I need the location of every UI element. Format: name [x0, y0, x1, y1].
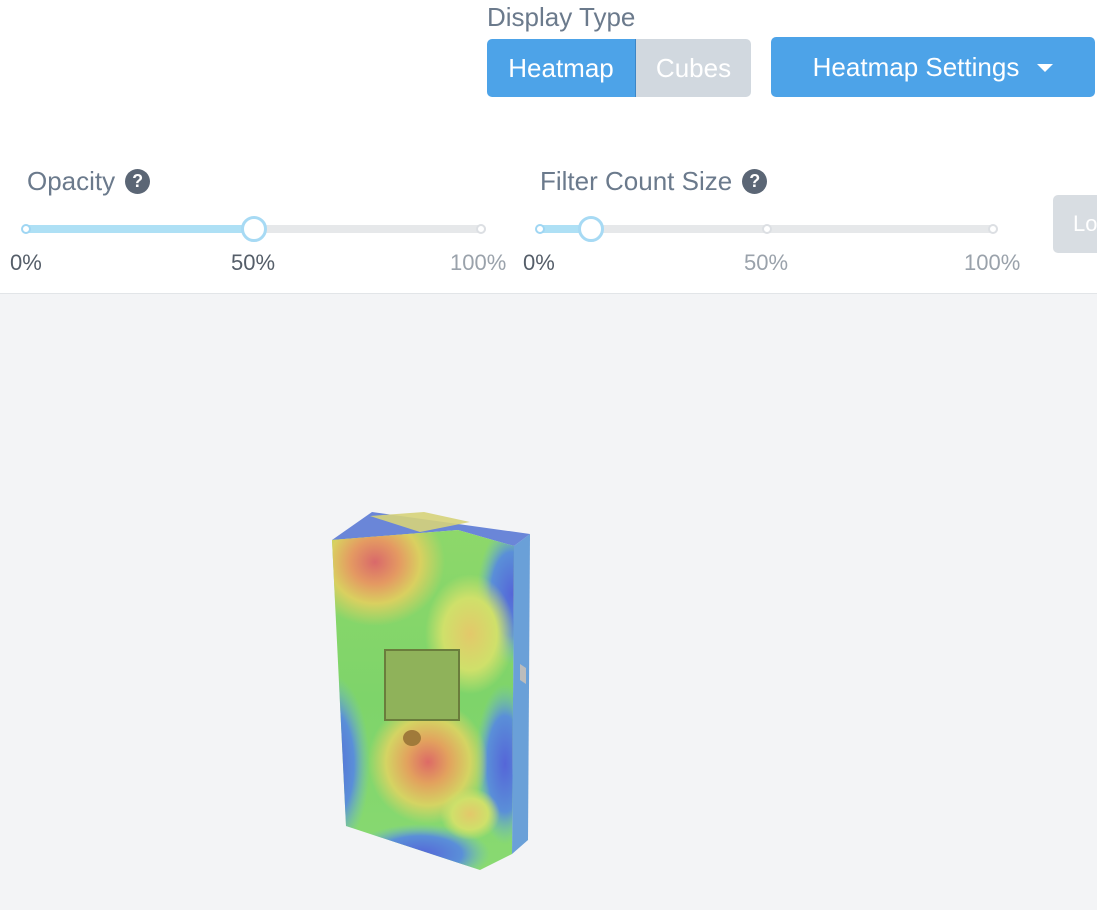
question-circle-icon[interactable]: ? — [742, 169, 768, 194]
caret-down-icon — [1037, 64, 1054, 72]
filter-count-size-handle[interactable] — [578, 216, 605, 242]
opacity-mark-min: 0% — [10, 250, 42, 275]
filter-count-size-title: Filter Count Size ? — [540, 166, 768, 197]
opacity-handle[interactable] — [241, 216, 267, 242]
heatmap-settings-button[interactable]: Heatmap Settings — [771, 37, 1095, 97]
filter-mark-mid: 50% — [744, 250, 789, 275]
opacity-label: Opacity — [27, 166, 116, 196]
opacity-step-dot — [476, 224, 486, 234]
cubes-option-button[interactable]: Cubes — [636, 39, 751, 97]
heatmap-settings-label: Heatmap Settings — [812, 51, 1020, 82]
opacity-track-fill — [22, 225, 254, 233]
heatmap-viewer: Display Type Heatmap Cubes Heatmap Setti… — [0, 0, 1097, 910]
opacity-title: Opacity ? — [27, 166, 151, 197]
filter-count-size-label: Filter Count Size — [540, 166, 733, 196]
heatmap-option-button[interactable]: Heatmap — [487, 39, 636, 97]
3d-viewport[interactable] — [0, 294, 1097, 910]
opacity-step-dot — [21, 224, 31, 234]
display-type-toggle: Heatmap Cubes — [487, 39, 751, 97]
question-circle-icon[interactable]: ? — [125, 169, 151, 194]
model-front-face — [332, 530, 514, 870]
filter-mark-max: 100% — [964, 250, 1021, 275]
opacity-mark-mid: 50% — [231, 250, 276, 275]
heatmap-model-canvas[interactable] — [0, 294, 1097, 910]
display-type-label: Display Type — [487, 2, 636, 32]
filter-step-dot — [535, 224, 545, 234]
filter-mark-min: 0% — [523, 250, 555, 275]
opacity-mark-max: 100% — [450, 250, 507, 275]
model-side-face — [512, 534, 530, 854]
load-button[interactable]: Lo — [1053, 195, 1097, 253]
filter-step-dot — [988, 224, 998, 234]
filter-step-dot — [762, 224, 772, 234]
